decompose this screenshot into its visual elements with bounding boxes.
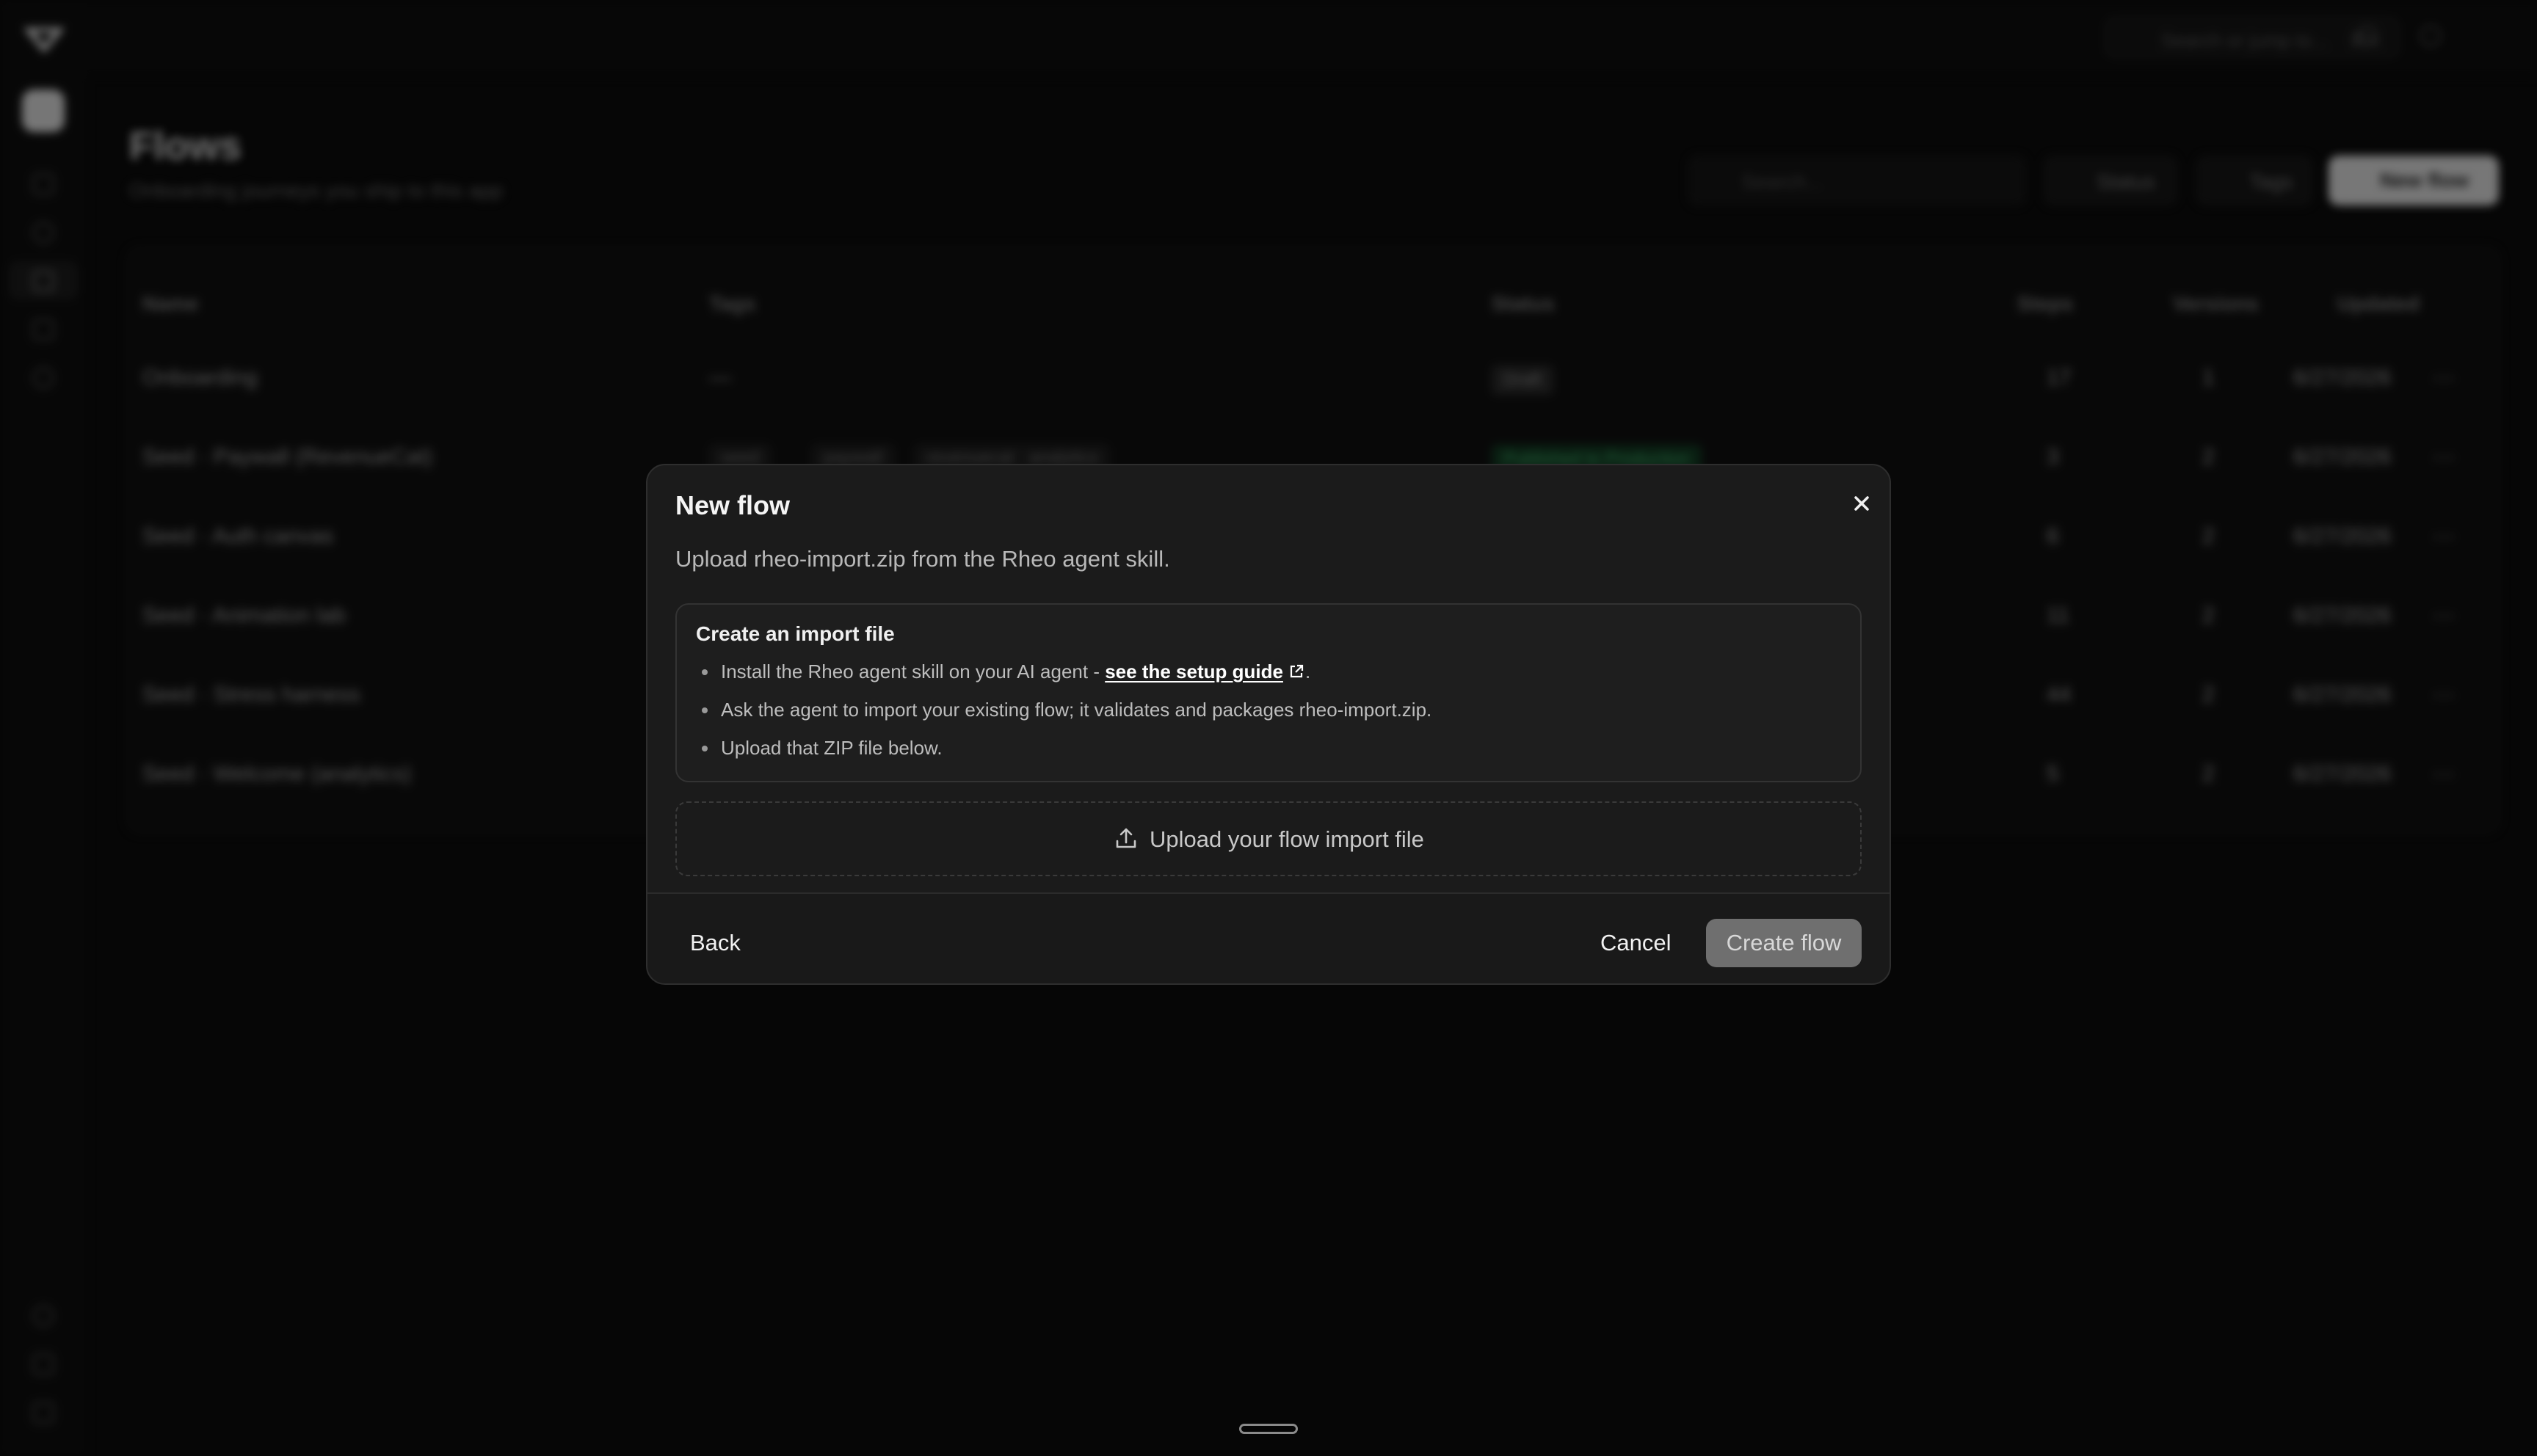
upload-dropzone-content: Upload your flow import file xyxy=(677,825,1860,853)
setup-guide-link[interactable]: see the setup guide xyxy=(1105,660,1305,682)
instruction-step-3: Upload that ZIP file below. xyxy=(702,737,943,759)
step-1-text: Install the Rheo agent skill on your AI … xyxy=(721,660,1106,682)
import-instructions-card: Create an import file Install the Rheo a… xyxy=(675,603,1862,782)
dialog-footer: Back Cancel Create flow xyxy=(647,892,1890,983)
step-1-suffix: . xyxy=(1304,660,1311,682)
upload-icon xyxy=(1116,828,1136,848)
close-icon xyxy=(1854,496,1869,511)
dialog-description: Upload rheo-import.zip from the Rheo age… xyxy=(675,546,1170,572)
setup-guide-link-label: see the setup guide xyxy=(1105,660,1283,682)
create-flow-button[interactable]: Create flow xyxy=(1706,919,1862,967)
dialog-title: New flow xyxy=(675,490,791,520)
external-link-icon xyxy=(1290,664,1304,678)
upload-label: Upload your flow import file xyxy=(1150,826,1424,852)
instruction-step-2: Ask the agent to import your existing fl… xyxy=(701,699,1432,721)
instruction-step-1: Install the Rheo agent skill on your AI … xyxy=(701,660,1311,683)
home-indicator xyxy=(1239,1424,1298,1434)
new-flow-dialog: New flow Upload rheo-import.zip from the… xyxy=(646,464,1891,985)
cancel-button[interactable]: Cancel xyxy=(1583,920,1689,966)
upload-dropzone[interactable]: Upload your flow import file xyxy=(675,801,1862,876)
instructions-title: Create an import file xyxy=(696,622,895,645)
close-button[interactable] xyxy=(1845,487,1878,520)
back-button[interactable]: Back xyxy=(672,920,758,966)
